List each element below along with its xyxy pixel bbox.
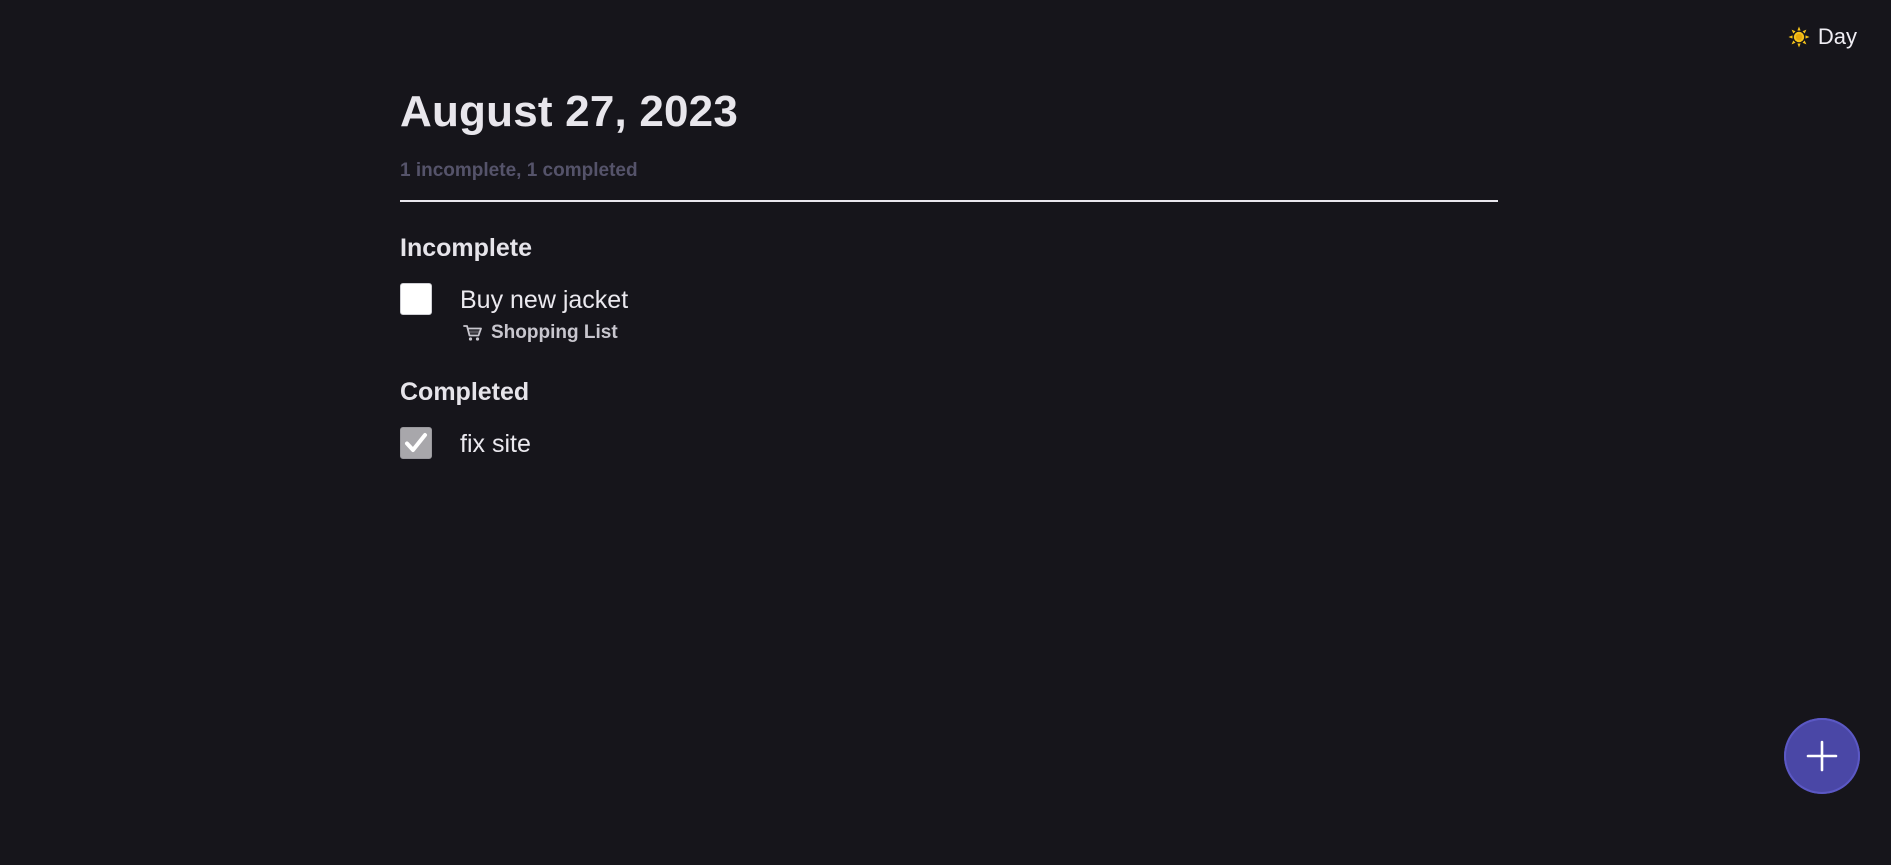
task-list-name: Shopping List — [491, 322, 618, 343]
task-item: fix site — [400, 427, 1498, 463]
plus-icon — [1806, 740, 1838, 772]
main-content: August 27, 2023 1 incomplete, 1 complete… — [400, 82, 1498, 463]
shopping-cart-icon — [463, 324, 483, 342]
task-checkbox-checked[interactable] — [400, 427, 432, 459]
section-title-incomplete: Incomplete — [400, 234, 532, 262]
task-label[interactable]: Buy new jacket — [460, 285, 1498, 315]
task-checkbox[interactable] — [400, 283, 432, 315]
task-summary: 1 incomplete, 1 completed — [400, 160, 638, 181]
theme-toggle[interactable]: Day — [1788, 24, 1857, 50]
checkmark-icon — [405, 433, 427, 452]
theme-label: Day — [1817, 24, 1857, 49]
sun-icon — [1788, 26, 1810, 48]
task-list-tag[interactable]: Shopping List — [460, 322, 1498, 344]
task-label[interactable]: fix site — [460, 429, 1498, 459]
task-item: Buy new jacket Shopping List — [400, 283, 1498, 344]
page-title: August 27, 2023 — [400, 87, 739, 136]
section-title-completed: Completed — [400, 378, 530, 406]
add-task-button[interactable] — [1784, 718, 1860, 794]
divider — [400, 200, 1498, 202]
